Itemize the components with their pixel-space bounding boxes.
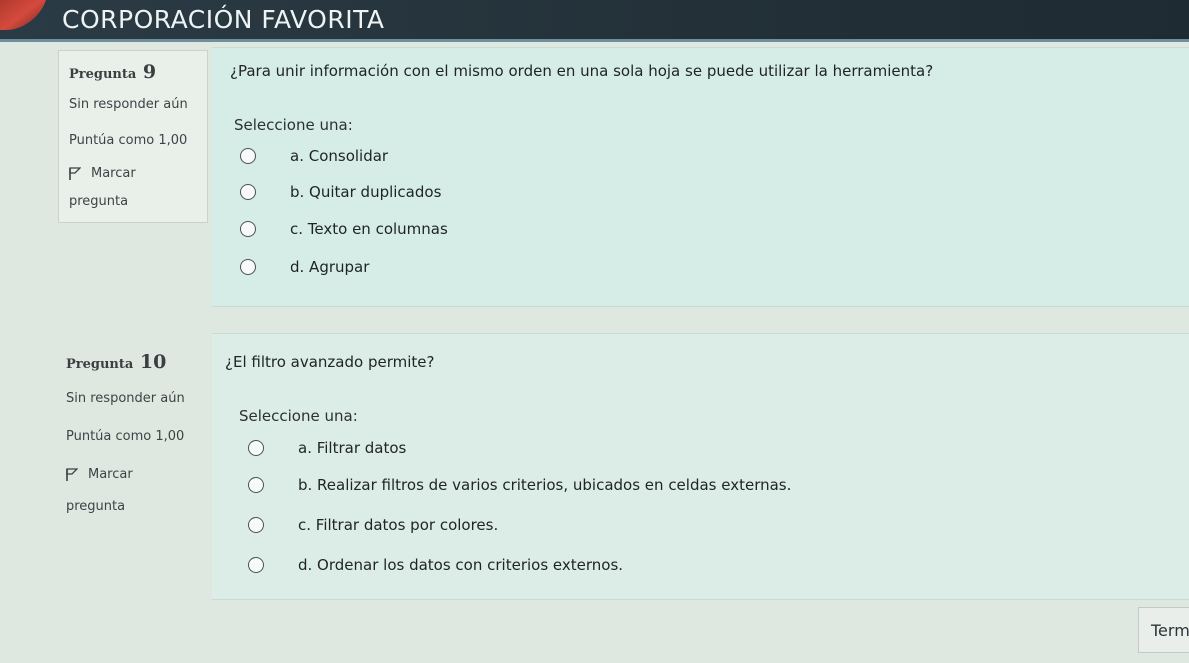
radio-button[interactable] xyxy=(248,440,264,456)
question-text: ¿El filtro avanzado permite? xyxy=(225,353,435,371)
question-number-value: 9 xyxy=(142,61,157,83)
question-text: ¿Para unir información con el mismo orde… xyxy=(230,62,934,80)
answer-option-label[interactable]: c. Texto en columnas xyxy=(290,220,448,238)
answer-option-a[interactable]: a. Filtrar datos xyxy=(248,437,406,459)
question-number-value: 10 xyxy=(139,351,167,373)
answer-prompt: Seleccione una: xyxy=(234,116,353,134)
flag-question-toggle[interactable]: Marcar xyxy=(66,467,133,482)
question-10: Pregunta 10 Sin responder aún Puntúa com… xyxy=(0,318,1189,663)
flag-label-2[interactable]: pregunta xyxy=(69,194,128,209)
answer-option-label[interactable]: b. Quitar duplicados xyxy=(290,183,441,201)
answer-option-b[interactable]: b. Quitar duplicados xyxy=(240,181,441,203)
flag-label-2[interactable]: pregunta xyxy=(66,499,125,514)
question-info-box: Pregunta 9 Sin responder aún Puntúa como… xyxy=(58,50,208,223)
question-content: ¿Para unir información con el mismo orde… xyxy=(212,47,1189,307)
radio-button[interactable] xyxy=(240,148,256,164)
flag-icon[interactable] xyxy=(66,467,79,482)
question-content: ¿El filtro avanzado permite? Seleccione … xyxy=(212,333,1189,600)
answer-option-label[interactable]: d. Agrupar xyxy=(290,258,369,276)
radio-button[interactable] xyxy=(248,517,264,533)
question-state: Sin responder aún xyxy=(66,391,185,406)
flag-label[interactable]: Marcar xyxy=(88,467,133,482)
answer-option-label[interactable]: c. Filtrar datos por colores. xyxy=(298,516,498,534)
radio-button[interactable] xyxy=(240,221,256,237)
flag-icon[interactable] xyxy=(69,166,82,181)
answer-prompt: Seleccione una: xyxy=(239,407,358,425)
top-navbar: CORPORACIÓN FAVORITA xyxy=(0,0,1189,42)
answer-option-c[interactable]: c. Texto en columnas xyxy=(240,218,448,240)
radio-button[interactable] xyxy=(240,184,256,200)
question-number: Pregunta 9 xyxy=(69,61,156,83)
radio-button[interactable] xyxy=(248,477,264,493)
question-9: Pregunta 9 Sin responder aún Puntúa como… xyxy=(0,47,1189,315)
answer-option-label[interactable]: d. Ordenar los datos con criterios exter… xyxy=(298,556,623,574)
answer-option-a[interactable]: a. Consolidar xyxy=(240,145,388,167)
answer-option-b[interactable]: b. Realizar filtros de varios criterios,… xyxy=(248,474,791,496)
answer-option-d[interactable]: d. Agrupar xyxy=(240,256,369,278)
answer-option-label[interactable]: a. Consolidar xyxy=(290,147,388,165)
finish-attempt-button[interactable]: Termi xyxy=(1138,607,1189,653)
answer-option-d[interactable]: d. Ordenar los datos con criterios exter… xyxy=(248,554,623,576)
logo-icon[interactable] xyxy=(0,0,46,30)
question-label: Pregunta xyxy=(66,357,134,372)
radio-button[interactable] xyxy=(248,557,264,573)
question-state: Sin responder aún xyxy=(69,97,188,112)
question-grade: Puntúa como 1,00 xyxy=(69,133,188,148)
answer-option-label[interactable]: a. Filtrar datos xyxy=(298,439,406,457)
question-info-box: Pregunta 10 Sin responder aún Puntúa com… xyxy=(58,333,208,553)
question-label: Pregunta xyxy=(69,67,137,82)
radio-button[interactable] xyxy=(240,259,256,275)
flag-label[interactable]: Marcar xyxy=(91,166,136,181)
answer-option-label[interactable]: b. Realizar filtros de varios criterios,… xyxy=(298,476,791,494)
answer-option-c[interactable]: c. Filtrar datos por colores. xyxy=(248,514,498,536)
site-title[interactable]: CORPORACIÓN FAVORITA xyxy=(62,4,385,36)
flag-question-toggle[interactable]: Marcar xyxy=(69,166,136,181)
question-grade: Puntúa como 1,00 xyxy=(66,429,185,444)
question-number: Pregunta 10 xyxy=(66,351,166,373)
